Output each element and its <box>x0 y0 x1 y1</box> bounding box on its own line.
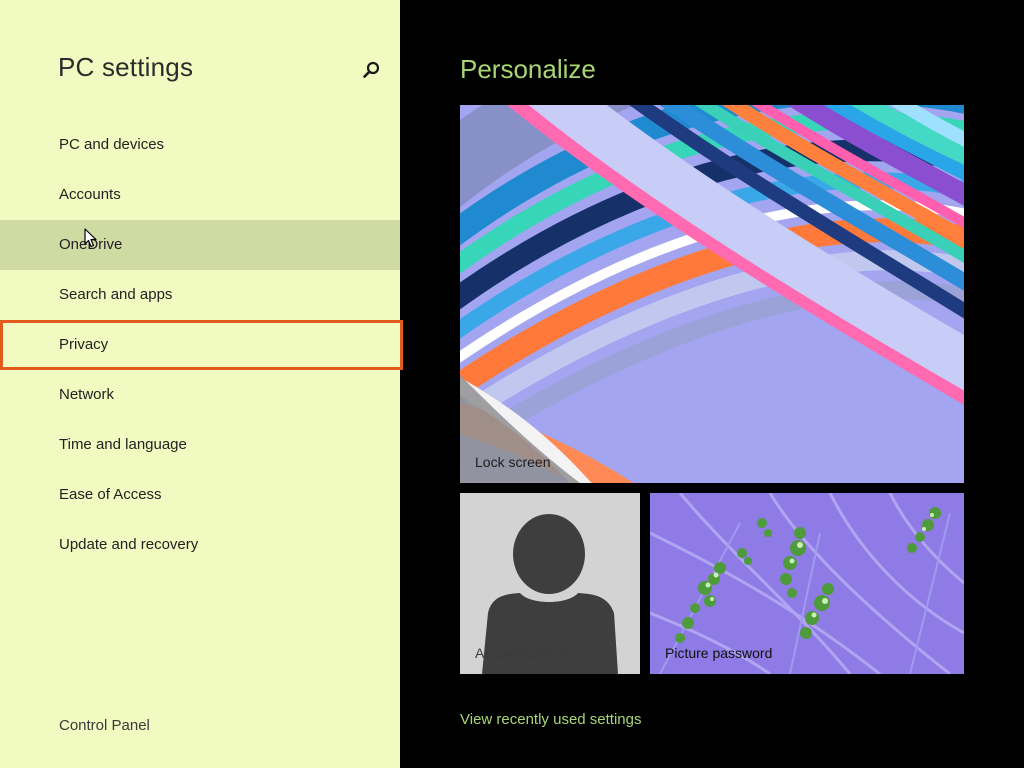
sidebar-item-label: Time and language <box>59 436 187 453</box>
sidebar-nav: PC and devices Accounts OneDrive Search … <box>0 120 403 570</box>
sidebar-item-ease-of-access[interactable]: Ease of Access <box>0 470 400 520</box>
sidebar-item-label: Network <box>59 386 115 403</box>
sidebar-item-search-and-apps[interactable]: Search and apps <box>0 270 400 320</box>
lock-screen-tile[interactable]: Lock screen <box>460 105 964 483</box>
lock-screen-label: Lock screen <box>475 454 551 470</box>
sidebar: PC settings PC and devices Accounts OneD… <box>0 0 403 768</box>
search-icon <box>363 61 380 78</box>
section-title: Personalize <box>460 54 596 84</box>
view-recent-settings-link[interactable]: View recently used settings <box>460 711 642 728</box>
picture-password-label: Picture password <box>665 645 773 661</box>
sidebar-item-label: Privacy <box>59 336 109 353</box>
sidebar-item-privacy[interactable]: Privacy <box>0 320 403 370</box>
sidebar-item-label: Ease of Access <box>59 486 162 503</box>
sidebar-item-label: OneDrive <box>59 236 123 253</box>
sidebar-item-update-and-recovery[interactable]: Update and recovery <box>0 520 400 570</box>
sidebar-item-pc-and-devices[interactable]: PC and devices <box>0 120 400 170</box>
sidebar-item-label: Update and recovery <box>59 536 199 553</box>
page-title: PC settings <box>58 52 194 82</box>
control-panel-link[interactable]: Control Panel <box>59 717 150 734</box>
lock-screen-image <box>460 105 964 483</box>
sidebar-item-label: PC and devices <box>59 136 165 153</box>
sidebar-item-onedrive[interactable]: OneDrive <box>0 220 400 270</box>
sidebar-item-time-and-language[interactable]: Time and language <box>0 420 400 470</box>
sidebar-item-label: Accounts <box>59 186 121 203</box>
sidebar-item-network[interactable]: Network <box>0 370 400 420</box>
search-button[interactable] <box>358 58 384 84</box>
sidebar-item-label: Search and apps <box>59 286 173 303</box>
account-picture-tile[interactable]: Account picture <box>460 493 640 674</box>
picture-password-tile[interactable]: Picture password <box>650 493 964 674</box>
account-picture-label: Account picture <box>475 645 572 661</box>
sidebar-item-accounts[interactable]: Accounts <box>0 170 400 220</box>
